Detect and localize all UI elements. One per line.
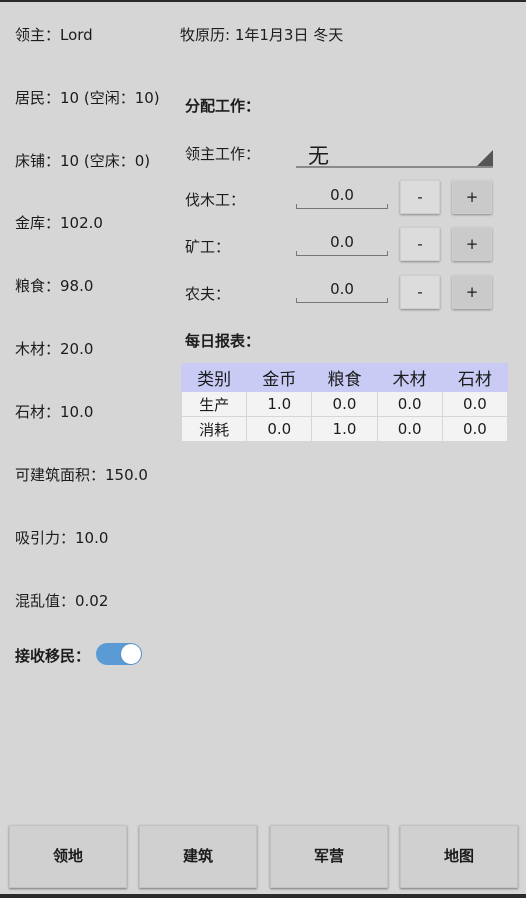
bottom-edge <box>0 894 526 898</box>
daily-report-title: 每日报表： <box>185 332 261 350</box>
beds-stat: 床铺：10 (空床：0) <box>15 152 151 170</box>
table-row: 消耗 0.0 1.0 0.0 0.0 <box>180 416 509 442</box>
accept-immigrants-label: 接收移民： <box>15 647 91 665</box>
toggle-knob <box>121 644 141 664</box>
assign-work-title: 分配工作： <box>185 97 261 115</box>
column-header: 石材 <box>441 363 509 392</box>
column-header: 金币 <box>246 363 313 392</box>
lumberjack-plus-button[interactable]: + <box>452 180 492 214</box>
lumberjack-minus-button[interactable]: - <box>400 180 440 214</box>
table-cell: 生产 <box>180 391 248 417</box>
farmer-label: 农夫： <box>185 285 231 303</box>
table-cell: 0.0 <box>311 391 378 417</box>
table-row: 生产 1.0 0.0 0.0 0.0 <box>180 391 509 417</box>
calendar-date: 牧原历: 1年1月3日 冬天 <box>180 26 344 44</box>
column-header: 粮食 <box>311 363 378 392</box>
table-cell: 0.0 <box>441 391 509 417</box>
lumberjack-count-field[interactable]: 0.0 <box>296 183 388 213</box>
miner-minus-button[interactable]: - <box>400 227 440 261</box>
food-stat: 粮食：98.0 <box>15 277 94 295</box>
table-cell: 1.0 <box>246 391 313 417</box>
attraction-stat: 吸引力：10.0 <box>15 529 109 547</box>
nav-buildings-button[interactable]: 建筑 <box>139 825 257 888</box>
top-edge <box>0 0 526 2</box>
stone-stat: 石材：10.0 <box>15 403 94 421</box>
lord-name: 领主：Lord <box>15 26 93 44</box>
table-cell: 消耗 <box>180 416 248 442</box>
lumberjack-label: 伐木工： <box>185 191 246 209</box>
table-cell: 0.0 <box>246 416 313 442</box>
column-header: 类别 <box>180 363 248 392</box>
miner-plus-button[interactable]: + <box>452 227 492 261</box>
residents-stat: 居民：10 (空闲：10) <box>15 89 160 107</box>
nav-territory-button[interactable]: 领地 <box>9 825 127 888</box>
farmer-count-field[interactable]: 0.0 <box>296 277 388 307</box>
dropdown-arrow-icon <box>477 150 493 166</box>
lord-job-dropdown[interactable]: 无 <box>296 138 493 168</box>
daily-report-table: 类别 金币 粮食 木材 石材 生产 1.0 0.0 0.0 0.0 消耗 0.0… <box>180 363 509 442</box>
chaos-stat: 混乱值：0.02 <box>15 592 109 610</box>
miner-label: 矿工： <box>185 238 231 256</box>
accept-immigrants-toggle[interactable] <box>96 643 142 665</box>
farmer-plus-button[interactable]: + <box>452 275 492 309</box>
miner-count-field[interactable]: 0.0 <box>296 230 388 260</box>
nav-map-button[interactable]: 地图 <box>400 825 518 888</box>
column-header: 木材 <box>376 363 443 392</box>
table-cell: 0.0 <box>376 391 443 417</box>
table-header-row: 类别 金币 粮食 木材 石材 <box>180 363 509 392</box>
farmer-minus-button[interactable]: - <box>400 275 440 309</box>
table-cell: 0.0 <box>441 416 509 442</box>
build-area-stat: 可建筑面积：150.0 <box>15 466 148 484</box>
treasury-stat: 金库：102.0 <box>15 214 103 232</box>
table-cell: 0.0 <box>376 416 443 442</box>
wood-stat: 木材：20.0 <box>15 340 94 358</box>
lord-job-label: 领主工作： <box>185 145 261 163</box>
table-cell: 1.0 <box>311 416 378 442</box>
nav-barracks-button[interactable]: 军营 <box>270 825 388 888</box>
